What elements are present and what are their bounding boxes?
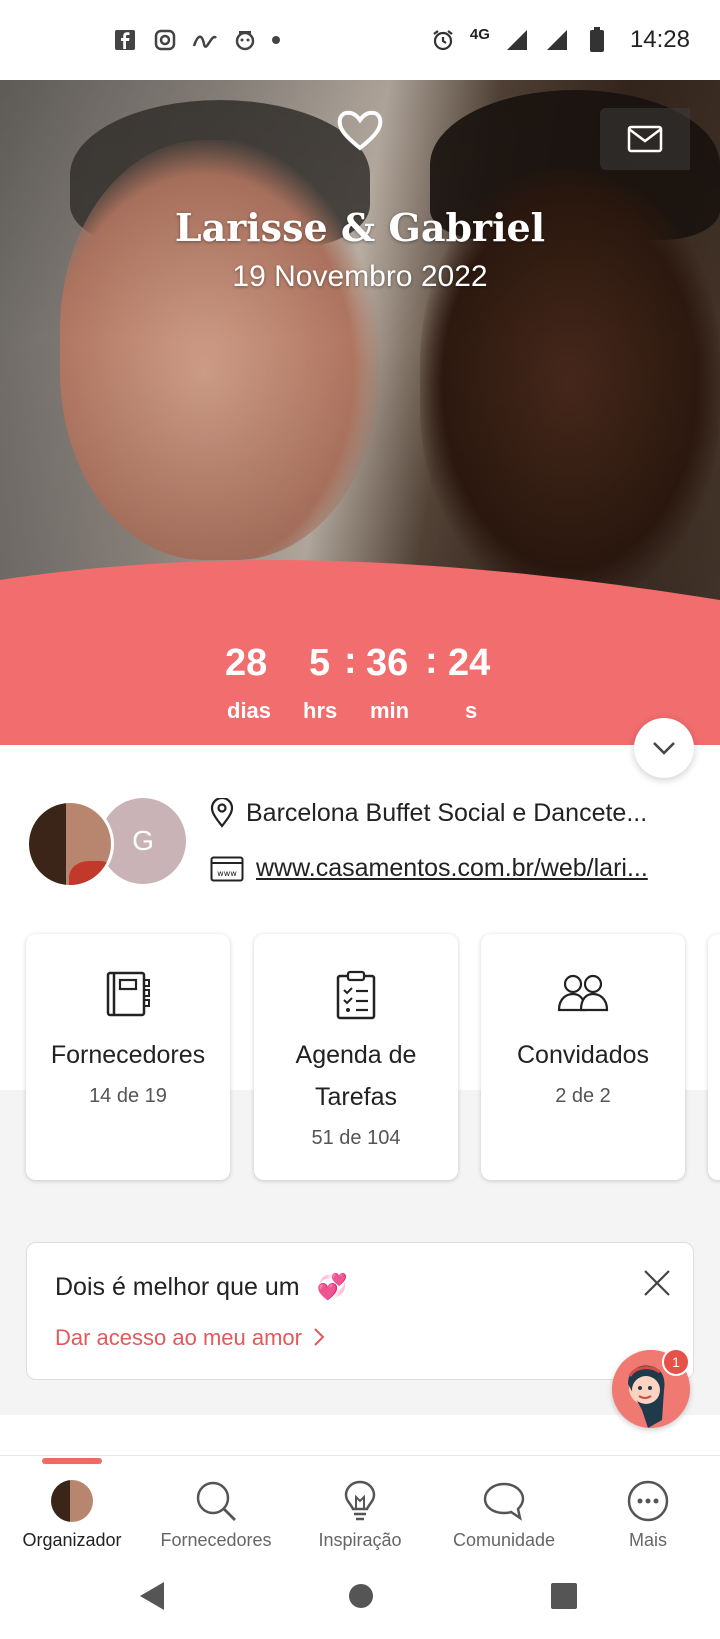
status-bar: 4G 14:28 xyxy=(0,0,720,80)
notification-badge: 1 xyxy=(662,1348,690,1376)
expand-button[interactable] xyxy=(634,718,694,778)
countdown-separator: : xyxy=(344,640,357,682)
countdown-minutes: 36 xyxy=(366,642,409,684)
venue-row[interactable]: Barcelona Buffet Social e Dancete... xyxy=(210,798,700,828)
nav-comunidade[interactable]: Comunidade xyxy=(432,1478,576,1551)
countdown-seconds-label: s xyxy=(465,698,478,723)
countdown-hours: 5 xyxy=(309,642,331,684)
system-status: 4G 14:28 xyxy=(430,26,690,54)
notification-icons xyxy=(112,27,280,53)
nav-label: Inspiração xyxy=(318,1530,402,1550)
card-fornecedores[interactable]: Fornecedores 14 de 19 xyxy=(26,934,230,1180)
search-icon xyxy=(196,1481,236,1521)
heart-logo-icon xyxy=(337,110,383,151)
countdown-panel xyxy=(0,560,720,745)
nav-label: Fornecedores xyxy=(160,1530,272,1550)
website-row[interactable]: www www.casamentos.com.br/web/lari... xyxy=(210,854,700,883)
wedding-date: 19 Novembro 2022 xyxy=(232,260,488,293)
recents-icon[interactable] xyxy=(550,1580,578,1612)
guests-icon xyxy=(557,974,609,1012)
alarm-icon xyxy=(430,27,456,53)
more-notifications-dot xyxy=(272,36,280,44)
promo-link[interactable]: Dar acesso ao meu amor xyxy=(55,1325,326,1351)
home-icon[interactable] xyxy=(347,1580,375,1612)
chevron-right-icon xyxy=(314,1328,325,1346)
card-next-partial[interactable] xyxy=(708,934,720,1180)
card-agenda[interactable]: Agenda de Tarefas 51 de 104 xyxy=(254,934,458,1180)
app-icon xyxy=(192,27,218,53)
facebook-icon xyxy=(112,27,138,53)
signal-icon xyxy=(504,27,530,53)
card-title-line2: Tarefas xyxy=(315,1083,397,1111)
promo-link-text[interactable]: Dar acesso ao meu amor xyxy=(55,1325,302,1350)
countdown-seconds: 24 xyxy=(448,642,491,684)
card-convidados[interactable]: Convidados 2 de 2 xyxy=(481,934,685,1180)
messages-button[interactable] xyxy=(600,108,690,170)
nav-label: Comunidade xyxy=(452,1530,556,1550)
countdown-hours-label: hrs xyxy=(303,698,338,723)
card-count: 14 de 19 xyxy=(89,1085,167,1107)
countdown-minutes-label: min xyxy=(370,698,410,723)
svg-text:www: www xyxy=(217,869,237,878)
checklist-icon xyxy=(336,970,376,1020)
network-type: 4G xyxy=(469,25,490,43)
couple-name: Larisse & Gabriel xyxy=(174,205,546,250)
avatar xyxy=(51,1480,93,1522)
envelope-icon xyxy=(627,125,663,153)
notebook-icon xyxy=(106,971,150,1017)
battery-icon xyxy=(584,27,610,53)
location-pin-icon xyxy=(210,798,234,828)
active-tab-indicator xyxy=(42,1458,102,1464)
promo-title-text: Dois é melhor que um xyxy=(55,1273,300,1301)
nav-fornecedores[interactable]: Fornecedores xyxy=(144,1478,288,1551)
card-title-line1: Agenda de xyxy=(295,1041,417,1069)
website-link[interactable]: www.casamentos.com.br/web/lari... xyxy=(256,854,648,883)
instagram-icon xyxy=(152,27,178,53)
lightbulb-icon xyxy=(344,1480,376,1521)
card-title: Fornecedores xyxy=(50,1041,206,1069)
app-icon-2 xyxy=(232,27,258,53)
venue-name: Barcelona Buffet Social e Dancete... xyxy=(246,798,648,827)
hearts-emoji-icon: 💞 xyxy=(316,1273,348,1301)
promo-title: Dois é melhor que um 💞 xyxy=(55,1273,348,1302)
chat-bubble-icon xyxy=(483,1482,525,1521)
avatar-detail xyxy=(69,861,111,885)
nav-label: Mais xyxy=(628,1530,667,1550)
countdown-days-label: dias xyxy=(227,698,272,723)
card-count: 51 de 104 xyxy=(311,1127,401,1149)
couple-avatar[interactable] xyxy=(26,800,114,888)
more-icon xyxy=(627,1480,669,1522)
countdown-days: 28 xyxy=(225,642,268,684)
signal-icon-2 xyxy=(544,27,570,53)
chevron-down-icon xyxy=(653,742,675,755)
clock: 14:28 xyxy=(629,26,690,53)
partner-initial: G xyxy=(132,825,154,856)
website-icon: www xyxy=(210,856,244,881)
nav-inspiracao[interactable]: Inspiração xyxy=(288,1478,432,1551)
close-icon[interactable] xyxy=(641,1267,673,1299)
promo-card[interactable]: Dois é melhor que um 💞 Dar acesso ao meu… xyxy=(26,1242,694,1380)
nav-organizador[interactable]: Organizador xyxy=(0,1478,144,1551)
countdown-separator: : xyxy=(425,640,438,682)
back-icon[interactable] xyxy=(138,1580,166,1612)
nav-mais[interactable]: Mais xyxy=(576,1478,720,1551)
card-count: 2 de 2 xyxy=(555,1085,611,1107)
nav-label: Organizador xyxy=(22,1530,122,1550)
card-title: Convidados xyxy=(516,1041,650,1069)
